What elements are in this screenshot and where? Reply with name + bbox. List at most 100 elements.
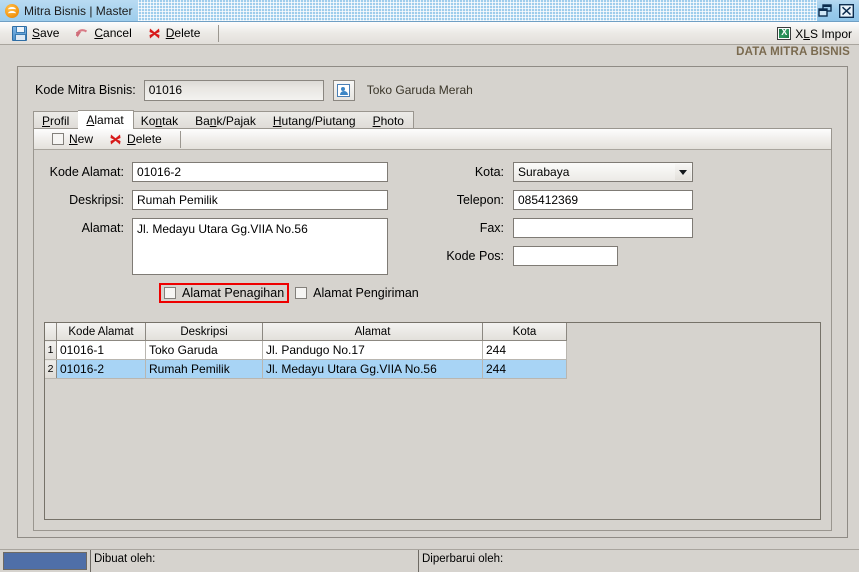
tab-hutang-piutang[interactable]: Hutang/Piutang xyxy=(264,111,366,129)
kota-selected-value: Surabaya xyxy=(518,165,570,179)
tab-alamat-label: Alamat xyxy=(86,113,124,127)
delete-address-label: Delete xyxy=(127,132,162,146)
updated-by-field: Diperbarui oleh: xyxy=(418,550,859,572)
main-toolbar: Save Cancel Delete XLS Impor xyxy=(0,22,859,45)
kode-mitra-row: Kode Mitra Bisnis: Toko Garuda Merah xyxy=(35,79,847,101)
tab-profil-label: Profil xyxy=(42,113,70,128)
column-header-deskripsi[interactable]: Deskripsi xyxy=(145,323,263,341)
address-fields: Kode Alamat: Deskripsi: Alamat: Jl. Meda… xyxy=(34,150,831,303)
section-header-strip: DATA MITRA BISNIS xyxy=(0,45,859,62)
contact-card-icon xyxy=(337,83,351,97)
window-titlebar: Mitra Bisnis | Master xyxy=(0,0,859,22)
row-number: 1 xyxy=(45,340,57,360)
alamat-penagihan-checkbox[interactable]: Alamat Penagihan xyxy=(159,283,290,303)
address-table-body: 1 01016-1 Toko Garuda Jl. Pandugo No.17 … xyxy=(45,340,567,379)
tab-hutang-piutang-label: Hutang/Piutang xyxy=(272,113,356,128)
cell-deskripsi: Rumah Pemilik xyxy=(145,359,263,379)
telepon-input[interactable] xyxy=(513,190,693,210)
kode-pos-input[interactable] xyxy=(513,246,618,266)
cell-kota: 244 xyxy=(482,359,567,379)
kota-row: Kota: Surabaya xyxy=(439,162,729,182)
partner-name-label: Toko Garuda Merah xyxy=(366,83,473,97)
column-header-kode-alamat[interactable]: Kode Alamat xyxy=(56,323,146,341)
deskripsi-input[interactable] xyxy=(132,190,388,210)
kode-alamat-label: Kode Alamat: xyxy=(49,165,124,179)
tab-photo-label: Photo xyxy=(372,113,404,128)
tab-bank-pajak-label: Bank/Pajak xyxy=(195,113,256,128)
kode-mitra-lookup-button[interactable] xyxy=(332,79,355,101)
xls-import-button[interactable]: XLS Impor xyxy=(773,24,856,43)
kode-alamat-row: Kode Alamat: xyxy=(34,162,434,182)
tab-alamat[interactable]: Alamat xyxy=(78,110,134,129)
xls-import-label: XLS Impor xyxy=(795,26,852,41)
titlebar-left: Mitra Bisnis | Master xyxy=(0,0,139,21)
kode-mitra-label: Kode Mitra Bisnis: xyxy=(35,83,136,97)
alamat-pengiriman-label: Alamat Pengiriman xyxy=(313,286,419,300)
delete-button[interactable]: Delete xyxy=(144,23,213,44)
tab-kontak[interactable]: Kontak xyxy=(132,111,189,129)
delete-button-label: Delete xyxy=(165,26,201,40)
delete-address-button[interactable]: Delete xyxy=(105,129,174,150)
fax-row: Fax: xyxy=(439,218,729,238)
cell-kota: 244 xyxy=(482,340,567,360)
address-type-checkboxes: Alamat Penagihan Alamat Pengiriman xyxy=(159,283,831,303)
checkbox-box-icon xyxy=(295,287,308,299)
toolbar-separator xyxy=(218,24,220,42)
kode-mitra-input[interactable] xyxy=(143,79,324,101)
save-button-label: Save xyxy=(32,26,60,40)
cell-kode-alamat: 01016-2 xyxy=(56,359,146,379)
cell-alamat: Jl. Pandugo No.17 xyxy=(262,340,483,360)
statusbar: Dibuat oleh: Diperbarui oleh: xyxy=(0,549,859,572)
kota-select[interactable]: Surabaya xyxy=(513,162,693,182)
rownum-header xyxy=(45,323,57,341)
address-toolbar-separator xyxy=(179,130,181,148)
kode-pos-row: Kode Pos: xyxy=(439,246,729,266)
app-logo-icon xyxy=(5,3,19,18)
chevron-down-icon[interactable] xyxy=(675,164,691,180)
tab-bank-pajak[interactable]: Bank/Pajak xyxy=(187,111,266,129)
deskripsi-row: Deskripsi: xyxy=(34,190,434,210)
address-table: Kode Alamat Deskripsi Alamat Kota 1 0101… xyxy=(45,323,567,379)
kode-alamat-input[interactable] xyxy=(132,162,388,182)
titlebar-filler xyxy=(138,0,817,21)
cancel-button-label: Cancel xyxy=(94,26,132,40)
tab-photo[interactable]: Photo xyxy=(364,111,414,129)
alamat-label: Alamat: xyxy=(81,221,124,235)
window-controls xyxy=(817,3,859,19)
form-panel: Kode Mitra Bisnis: Toko Garuda Merah Pro… xyxy=(17,66,848,538)
close-window-icon[interactable] xyxy=(838,3,855,19)
new-address-button[interactable]: New xyxy=(48,129,105,150)
checkbox-box-icon xyxy=(164,287,176,299)
telepon-row: Telepon: xyxy=(439,190,729,210)
cell-alamat: Jl. Medayu Utara Gg.VIIA No.56 xyxy=(262,359,483,379)
alamat-textarea[interactable]: Jl. Medayu Utara Gg.VIIA No.56 xyxy=(132,218,388,275)
fax-input[interactable] xyxy=(513,218,693,238)
fax-label: Fax: xyxy=(479,221,504,235)
column-header-alamat[interactable]: Alamat xyxy=(262,323,483,341)
tab-profil[interactable]: Profil xyxy=(33,111,80,129)
red-x-icon xyxy=(148,27,161,40)
address-right-fields: Kota: Surabaya Telepon: Fax: xyxy=(439,162,729,274)
tab-kontak-label: Kontak xyxy=(140,113,179,128)
excel-icon xyxy=(777,27,792,40)
tabstrip: Profil Alamat Kontak Bank/Pajak Hutang/P… xyxy=(33,110,847,129)
table-header-row: Kode Alamat Deskripsi Alamat Kota xyxy=(45,323,567,341)
table-row[interactable]: 1 01016-1 Toko Garuda Jl. Pandugo No.17 … xyxy=(45,340,567,360)
save-button[interactable]: Save xyxy=(8,23,71,44)
kota-label: Kota: xyxy=(474,165,504,179)
restore-window-icon[interactable] xyxy=(817,3,834,19)
address-toolbar: New Delete xyxy=(34,129,831,150)
cancel-button[interactable]: Cancel xyxy=(71,23,143,44)
address-table-container: Kode Alamat Deskripsi Alamat Kota 1 0101… xyxy=(44,322,821,520)
alamat-row: Alamat: Jl. Medayu Utara Gg.VIIA No.56 xyxy=(34,218,434,275)
alamat-penagihan-label: Alamat Penagihan xyxy=(182,286,285,300)
table-row[interactable]: 2 01016-2 Rumah Pemilik Jl. Medayu Utara… xyxy=(45,359,567,379)
row-number: 2 xyxy=(45,359,57,379)
tab-panel-alamat: New Delete Kode Alamat: 01016-2 Deskrips… xyxy=(33,128,832,531)
alamat-pengiriman-checkbox[interactable]: Alamat Pengiriman xyxy=(292,285,422,301)
column-header-kota[interactable]: Kota xyxy=(482,323,567,341)
new-address-label: New xyxy=(69,132,94,146)
telepon-label: Telepon: xyxy=(456,193,504,207)
save-disk-icon xyxy=(12,25,27,41)
kode-pos-label: Kode Pos: xyxy=(446,249,504,263)
